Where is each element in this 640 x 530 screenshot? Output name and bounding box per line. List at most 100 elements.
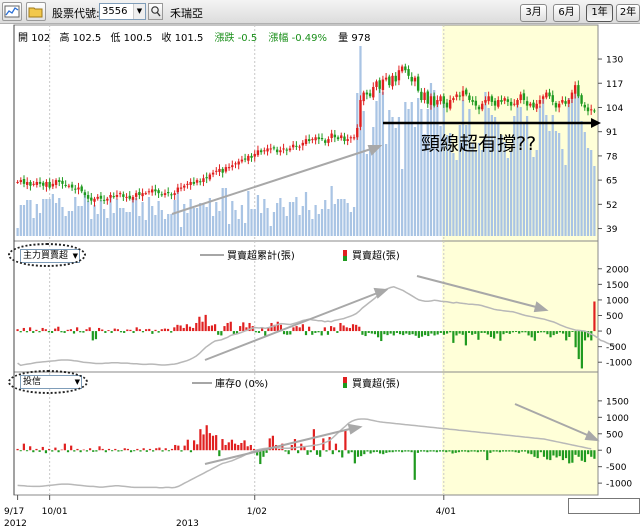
volume-bar — [282, 207, 285, 236]
volume-bar — [227, 224, 231, 236]
net-buy-bar — [297, 450, 300, 454]
trust-y-tick: 1500 — [606, 397, 629, 407]
net-buy-bar — [407, 450, 410, 452]
volume-bar — [535, 150, 538, 236]
stock-search-button[interactable] — [148, 3, 163, 20]
candle-body — [308, 139, 311, 141]
net-buy-bar — [438, 450, 442, 452]
volume-bar — [195, 208, 199, 236]
candle-body — [269, 148, 272, 150]
period-6m-button[interactable]: 6月 — [553, 4, 580, 22]
volume-bar — [487, 108, 490, 236]
candle-body — [29, 181, 32, 186]
net-buy-bar — [521, 331, 524, 333]
volume-bar — [119, 208, 122, 236]
candle-body — [272, 147, 276, 149]
candle-body — [481, 103, 484, 110]
net-buy-bar — [366, 450, 369, 452]
period-2y-button[interactable]: 2年 — [616, 4, 640, 22]
net-buy-bar — [22, 327, 25, 332]
trend-arrow-trust-rise — [204, 427, 355, 465]
candle-body — [256, 150, 260, 156]
volume-bar — [231, 201, 234, 236]
candle-body — [375, 81, 378, 87]
net-buy-bar — [341, 450, 344, 458]
legend-bar-swatch-trust-down — [343, 383, 347, 388]
stock-code-field[interactable] — [100, 4, 136, 19]
net-buy-bar — [160, 329, 163, 332]
net-buy-bar — [524, 331, 527, 333]
open-folder-button[interactable] — [26, 2, 46, 21]
net-buy-bar — [239, 326, 242, 332]
candle-body — [445, 102, 449, 108]
volume-bar — [80, 206, 83, 236]
volume-bar — [77, 206, 80, 236]
net-buy-bar — [158, 447, 161, 451]
net-buy-bar — [471, 331, 474, 335]
net-buy-bar — [189, 450, 193, 453]
volume-bar — [144, 220, 147, 236]
candle-body — [150, 189, 154, 193]
net-buy-bar — [287, 450, 290, 455]
net-buy-bar — [546, 331, 549, 335]
net-buy-bar — [398, 331, 402, 335]
candle-body — [131, 196, 135, 200]
candle-body — [26, 181, 29, 185]
net-buy-bar — [104, 450, 107, 453]
candle-body — [86, 195, 90, 199]
volume-bar — [378, 85, 381, 236]
candle-body — [298, 146, 301, 148]
legend-bar-swatch-main-down — [343, 256, 347, 261]
net-buy-bar — [29, 446, 32, 451]
candle-body — [554, 103, 558, 108]
net-buy-bar — [110, 331, 113, 333]
net-buy-bar — [565, 331, 568, 341]
candle-body — [311, 139, 314, 141]
net-buy-bar — [54, 447, 57, 451]
candle-body — [500, 100, 503, 102]
net-buy-bar — [543, 331, 546, 333]
net-buy-bar — [514, 331, 518, 333]
net-buy-bar — [201, 321, 204, 332]
period-1y-button[interactable]: 1年 — [586, 4, 613, 22]
candle-body — [295, 145, 298, 147]
candle-body — [186, 183, 189, 185]
chevron-down-icon[interactable]: ▼ — [133, 4, 145, 19]
trend-arrowhead-price — [367, 145, 383, 156]
net-buy-bar — [233, 443, 237, 451]
candle-body — [147, 191, 151, 193]
net-buy-bar — [436, 331, 439, 335]
candle-body — [205, 177, 208, 179]
volume-bar — [276, 203, 279, 236]
candle-body — [61, 180, 64, 184]
chart-menu-button[interactable] — [2, 2, 22, 21]
period-3m-button[interactable]: 3月 — [520, 4, 547, 22]
volume-bar — [64, 216, 67, 236]
stock-code-input[interactable]: ▼ — [99, 3, 146, 20]
volume-bar — [58, 198, 61, 236]
net-buy-bar — [511, 450, 514, 452]
net-buy-bar — [301, 324, 304, 332]
net-buy-bar — [148, 448, 152, 451]
net-buy-bar — [240, 442, 243, 451]
volume-bar — [176, 191, 179, 236]
candle-body — [173, 193, 176, 196]
candle-body — [282, 148, 285, 150]
volume-bar — [349, 212, 352, 236]
volume-bar — [240, 205, 244, 236]
net-buy-bar — [593, 450, 596, 459]
net-buy-bar — [205, 425, 208, 451]
net-buy-bar — [508, 450, 511, 452]
net-buy-bar — [16, 448, 19, 451]
net-buy-bar — [527, 450, 530, 454]
volume-bar — [170, 214, 173, 236]
net-buy-bar — [51, 450, 54, 452]
net-buy-bar — [95, 450, 98, 452]
net-buy-bar — [577, 331, 580, 360]
net-buy-bar — [555, 450, 558, 458]
candle-body — [519, 94, 522, 101]
volume-bar — [215, 202, 218, 236]
candle-body — [208, 174, 212, 180]
candle-body — [359, 100, 362, 127]
price-y-tick: 65 — [606, 177, 617, 187]
